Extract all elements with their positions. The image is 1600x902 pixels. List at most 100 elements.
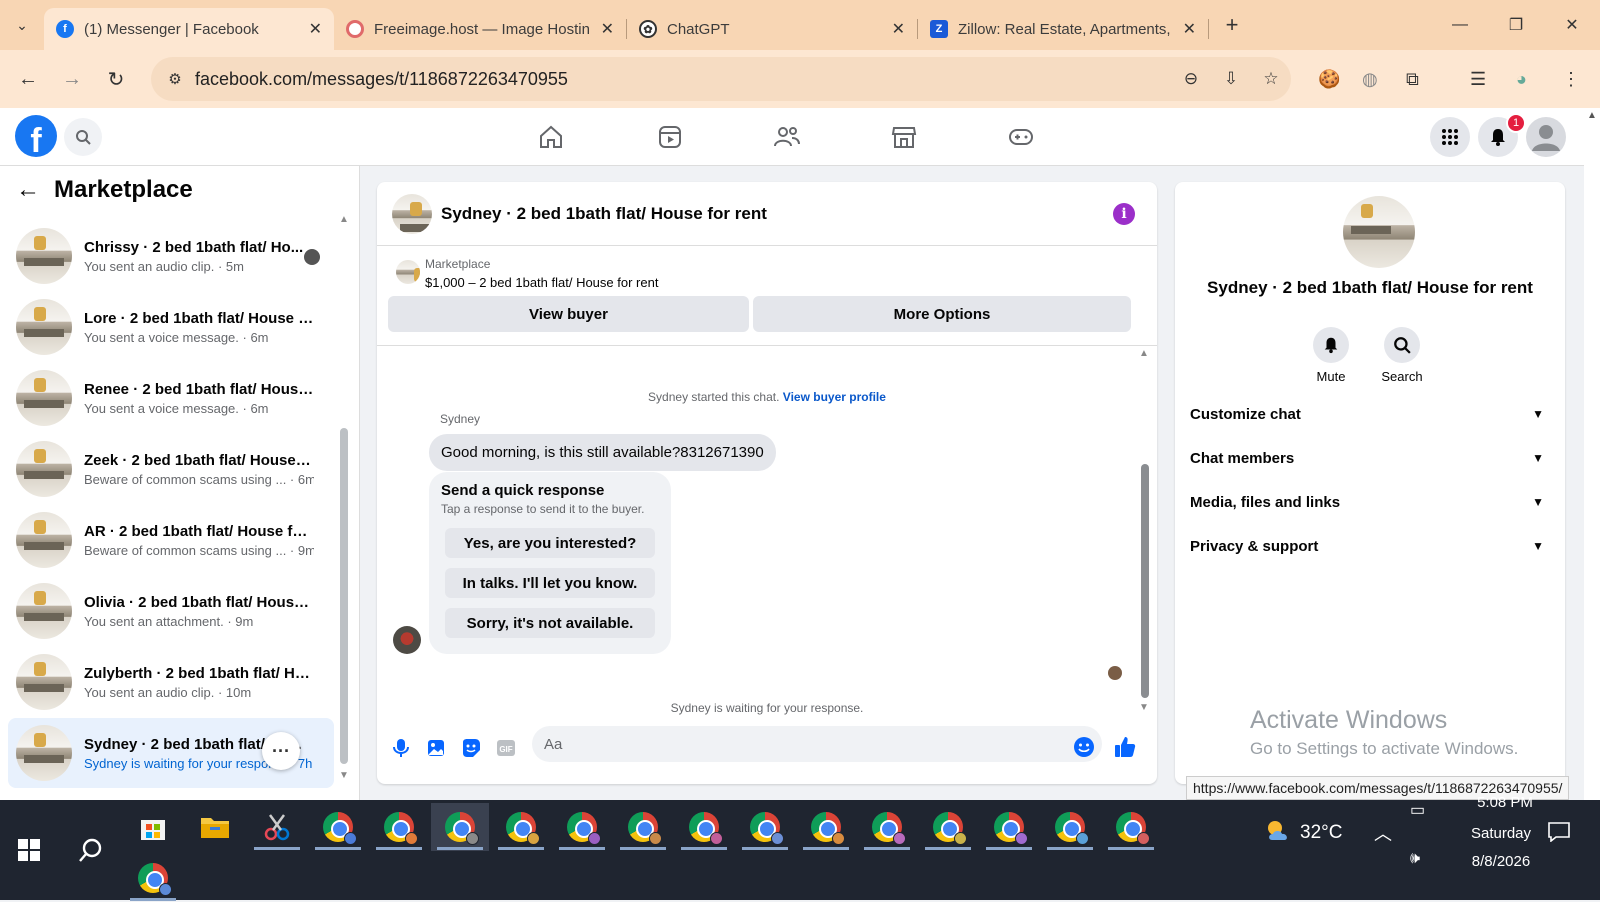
windows-start-icon[interactable] <box>0 826 58 874</box>
menu-grid-icon[interactable] <box>1430 117 1470 157</box>
scroll-up-icon[interactable]: ▲ <box>1139 348 1149 359</box>
weather-icon[interactable] <box>1264 818 1294 849</box>
info-icon[interactable]: i <box>1113 203 1135 225</box>
file-explorer-icon[interactable] <box>186 803 244 851</box>
chrome-profile-icon[interactable] <box>1041 803 1099 851</box>
conversation-item[interactable]: Renee · 2 bed 1bath flat/ House... You se… <box>8 363 334 433</box>
globe-extension-icon[interactable]: ◍ <box>1362 50 1378 108</box>
volume-icon[interactable]: 🕪 <box>1410 850 1420 868</box>
conversation-item[interactable]: Olivia · 2 bed 1bath flat/ House ... You … <box>8 576 334 646</box>
chrome-profile-icon[interactable] <box>309 803 367 851</box>
zoom-icon[interactable]: ⊖ <box>1171 69 1211 89</box>
weather-temp[interactable]: 32°C <box>1300 822 1342 844</box>
chat-members-section[interactable]: Chat members ▼ <box>1190 438 1550 478</box>
profile-avatar-icon[interactable]: ◕ <box>1516 50 1527 108</box>
scrollbar-thumb[interactable] <box>1141 464 1149 698</box>
chrome-active-window-icon[interactable] <box>431 803 489 851</box>
listing-price[interactable]: $1,000 – 2 bed 1bath flat/ House for ren… <box>425 275 658 290</box>
forward-icon[interactable]: → <box>50 59 94 99</box>
notification-center-icon[interactable] <box>1548 822 1570 847</box>
listing-thumbnail[interactable] <box>396 260 420 284</box>
tab-search-button[interactable]: ⌄ <box>0 0 44 50</box>
quick-response-not-available[interactable]: Sorry, it's not available. <box>445 608 655 638</box>
show-hidden-icons-icon[interactable]: ︿ <box>1374 820 1392 846</box>
conversation-item[interactable]: Lore · 2 bed 1bath flat/ House f... You s… <box>8 292 334 362</box>
mute-button[interactable]: Mute <box>1291 327 1371 384</box>
close-tab-icon[interactable]: ✕ <box>601 19 614 39</box>
install-app-icon[interactable]: ⇩ <box>1211 69 1251 89</box>
microsoft-store-icon[interactable] <box>124 803 182 851</box>
page-scrollbar[interactable]: ▲ <box>1584 108 1600 800</box>
extensions-puzzle-icon[interactable]: ⧉ <box>1406 50 1419 108</box>
close-tab-icon[interactable]: ✕ <box>309 19 322 39</box>
sticker-icon[interactable] <box>460 737 482 759</box>
conversation-item[interactable]: Zeek · 2 bed 1bath flat/ House f... Bewar… <box>8 434 334 504</box>
battery-icon[interactable]: ▭ <box>1410 800 1425 820</box>
chrome-profile-icon[interactable] <box>980 803 1038 851</box>
tab-chatgpt[interactable]: ✿ ChatGPT ✕ <box>627 8 917 50</box>
taskbar-search-icon[interactable] <box>62 826 120 874</box>
privacy-support-section[interactable]: Privacy & support ▼ <box>1190 526 1550 566</box>
conversation-item[interactable]: Chrissy · 2 bed 1bath flat/ Ho... You sen… <box>8 221 334 291</box>
photo-icon[interactable] <box>425 737 447 759</box>
chat-title[interactable]: Sydney · 2 bed 1bath flat/ House for ren… <box>441 204 767 224</box>
sidebar-scrollbar[interactable]: ▲ ▼ <box>337 214 351 784</box>
new-tab-button[interactable]: + <box>1217 12 1247 38</box>
thumbs-up-icon[interactable] <box>1112 734 1138 760</box>
close-tab-icon[interactable]: ✕ <box>892 19 905 39</box>
chrome-profile-icon[interactable] <box>919 803 977 851</box>
scroll-up-icon[interactable]: ▲ <box>1587 110 1597 121</box>
incoming-message[interactable]: Good morning, is this still available?83… <box>429 434 776 471</box>
scroll-up-icon[interactable]: ▲ <box>339 214 349 225</box>
chrome-profile-icon[interactable] <box>858 803 916 851</box>
scroll-down-icon[interactable]: ▼ <box>339 770 349 781</box>
snipping-tool-icon[interactable] <box>248 803 306 851</box>
quick-response-in-talks[interactable]: In talks. I'll let you know. <box>445 568 655 598</box>
facebook-logo-icon[interactable]: f <box>15 115 57 157</box>
chrome-profile-icon[interactable] <box>614 803 672 851</box>
sender-avatar[interactable] <box>393 626 421 654</box>
gif-icon[interactable]: GIF <box>495 737 517 759</box>
view-buyer-profile-link[interactable]: View buyer profile <box>783 390 886 404</box>
clock-date[interactable]: 8/8/2026 <box>1458 853 1544 870</box>
conversation-item[interactable]: AR · 2 bed 1bath flat/ House for... Bewar… <box>8 505 334 575</box>
browser-menu-icon[interactable]: ⋮ <box>1562 50 1580 108</box>
address-bar[interactable]: ⚙ facebook.com/messages/t/11868722634709… <box>151 57 1291 101</box>
close-tab-icon[interactable]: ✕ <box>1183 19 1196 39</box>
media-files-links-section[interactable]: Media, files and links ▼ <box>1190 482 1550 522</box>
tab-freeimage[interactable]: Freeimage.host — Image Hostin ✕ <box>334 8 626 50</box>
minimize-icon[interactable]: — <box>1432 0 1488 50</box>
gaming-icon[interactable] <box>1001 120 1041 154</box>
chrome-profile-icon[interactable] <box>492 803 550 851</box>
tab-zillow[interactable]: Z Zillow: Real Estate, Apartments, ✕ <box>918 8 1208 50</box>
video-icon[interactable] <box>650 120 690 154</box>
microphone-icon[interactable] <box>390 737 412 759</box>
clock-time[interactable]: 5:08 PM <box>1462 794 1548 811</box>
home-icon[interactable] <box>531 120 571 154</box>
customize-chat-section[interactable]: Customize chat ▼ <box>1190 394 1550 434</box>
tab-messenger[interactable]: f (1) Messenger | Facebook ✕ <box>44 8 334 50</box>
conversation-item[interactable]: Zulyberth · 2 bed 1bath flat/ Ho... You s… <box>8 647 334 717</box>
conversation-options-button[interactable]: ··· <box>262 732 300 770</box>
chrome-profile-icon[interactable] <box>1102 803 1160 851</box>
search-icon[interactable] <box>64 118 102 156</box>
clock-day[interactable]: Saturday <box>1458 825 1544 842</box>
account-avatar[interactable] <box>1526 117 1566 157</box>
view-buyer-button[interactable]: View buyer <box>388 296 749 332</box>
close-window-icon[interactable]: ✕ <box>1544 0 1600 50</box>
chat-scrollbar[interactable]: ▲ ▼ <box>1139 348 1151 716</box>
bookmark-star-icon[interactable]: ☆ <box>1251 69 1291 89</box>
scroll-down-icon[interactable]: ▼ <box>1139 702 1149 713</box>
reload-icon[interactable]: ↻ <box>94 59 138 99</box>
chrome-profile-icon[interactable] <box>553 803 611 851</box>
details-avatar[interactable] <box>1343 196 1415 268</box>
chrome-profile-icon[interactable] <box>736 803 794 851</box>
media-control-icon[interactable]: ☰ <box>1470 50 1486 108</box>
quick-response-yes[interactable]: Yes, are you interested? <box>445 528 655 558</box>
back-icon[interactable]: ← <box>6 59 50 99</box>
chrome-profile-icon[interactable] <box>675 803 733 851</box>
chrome-profile-icon[interactable] <box>124 854 182 902</box>
chrome-profile-icon[interactable] <box>797 803 855 851</box>
emoji-icon[interactable] <box>1073 736 1095 758</box>
search-conversation-button[interactable]: Search <box>1362 327 1442 384</box>
